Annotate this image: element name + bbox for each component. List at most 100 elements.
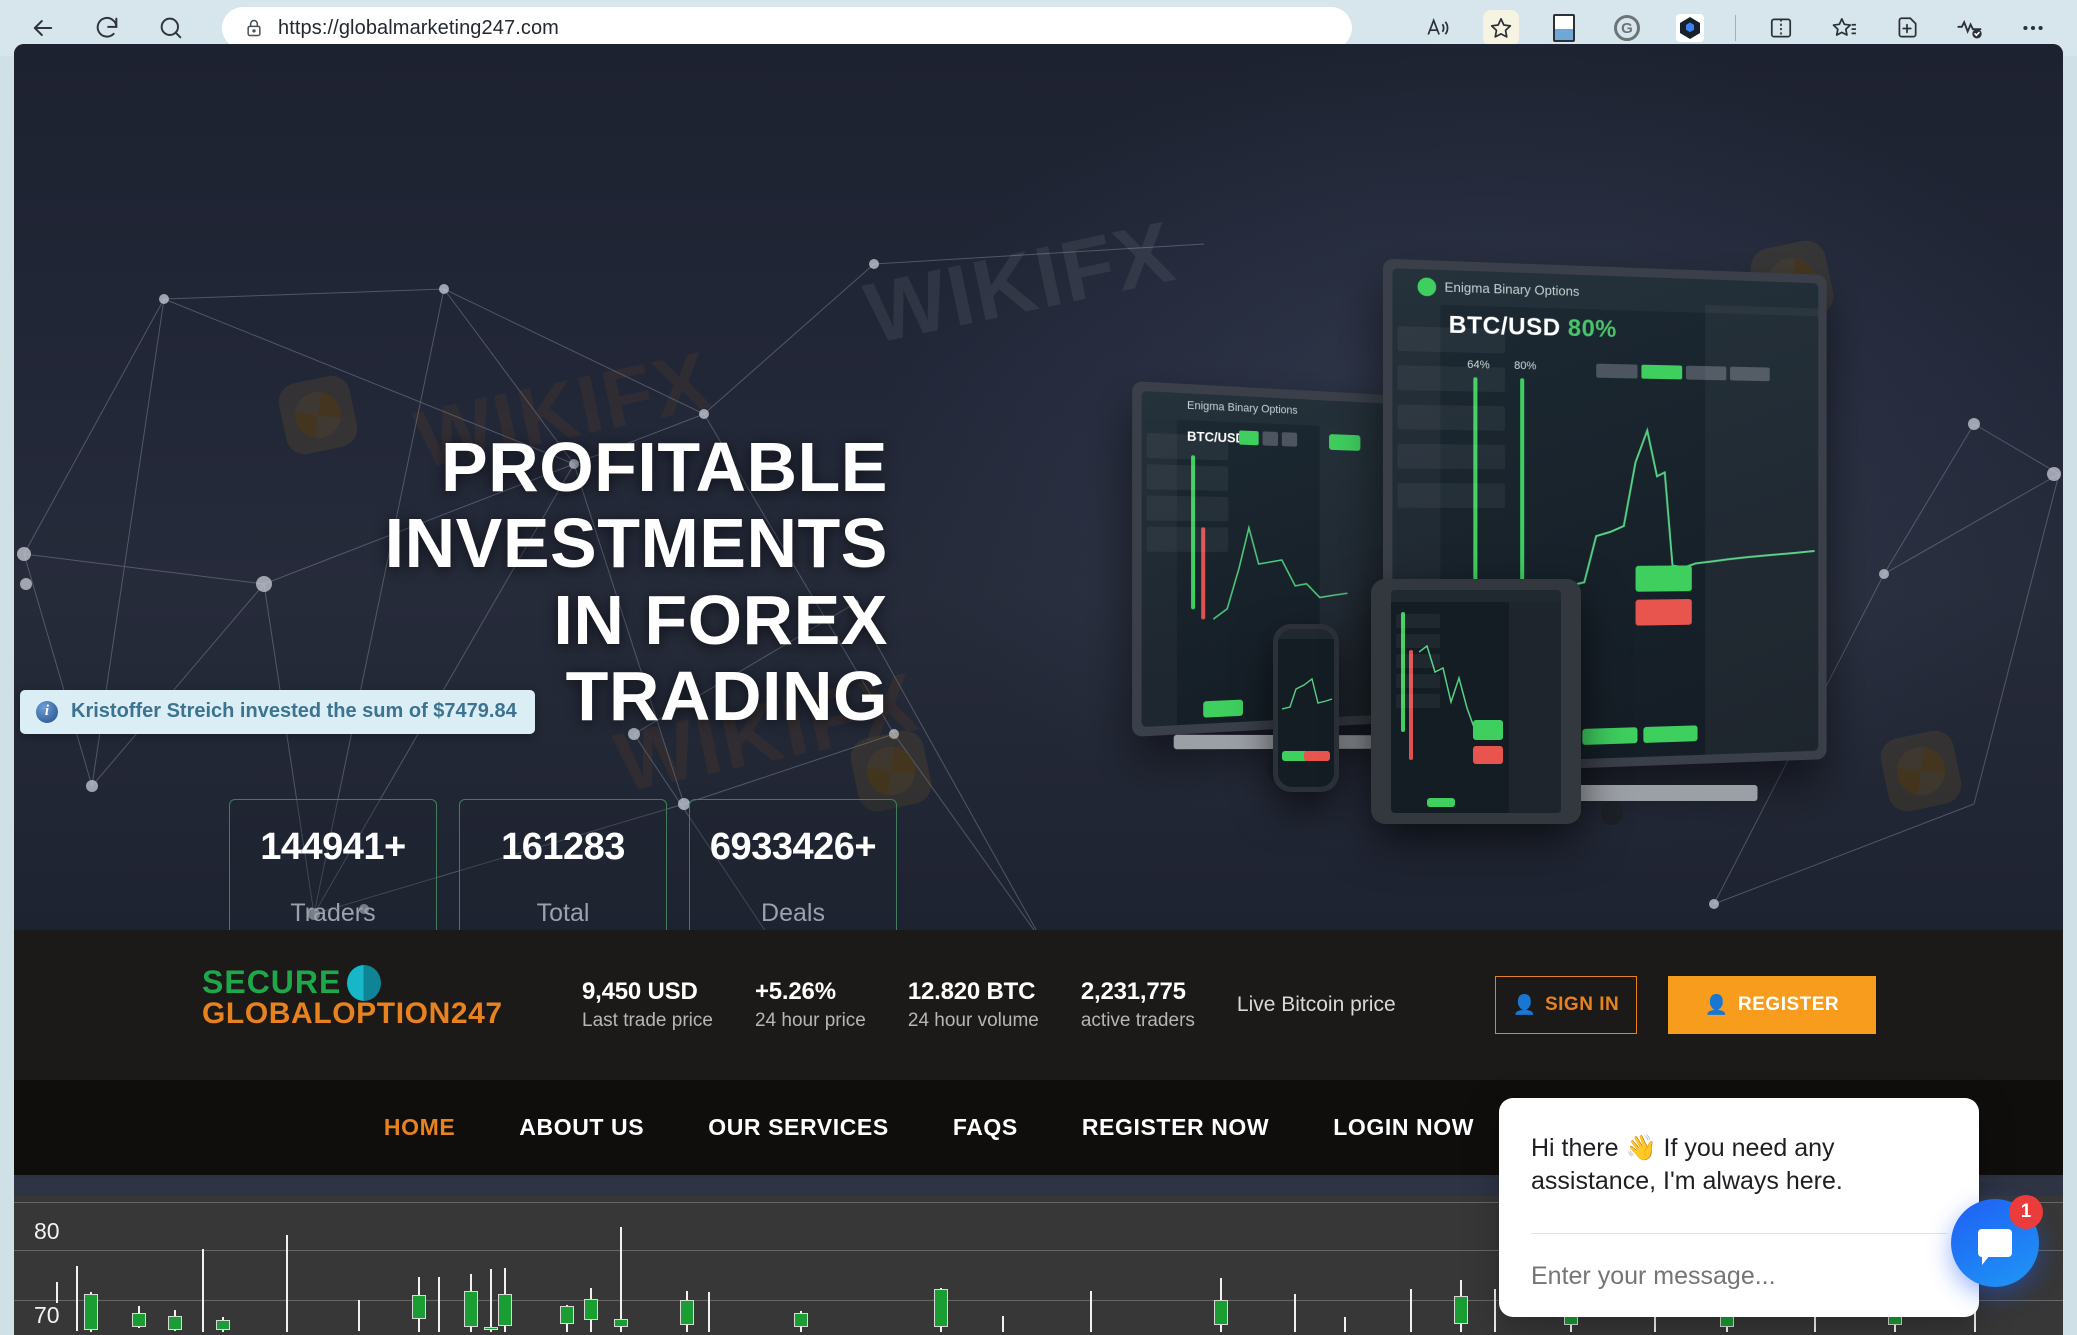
candle-wick bbox=[56, 1281, 58, 1304]
grammarly-icon[interactable]: G bbox=[1609, 10, 1645, 46]
chat-glyph bbox=[1978, 1229, 2012, 1265]
site-logo[interactable]: SECURE GLOBALOPTION247 bbox=[202, 964, 503, 1031]
chat-divider bbox=[1531, 1233, 1947, 1234]
register-button[interactable]: 👤 REGISTER bbox=[1668, 976, 1876, 1034]
ticker-item-24h-price: +5.26% 24 hour price bbox=[755, 978, 866, 1032]
more-options-icon[interactable] bbox=[2015, 10, 2051, 46]
nav-item-faqs[interactable]: FAQS bbox=[921, 1114, 1050, 1141]
candle-body bbox=[132, 1312, 146, 1327]
favorites-list-icon[interactable] bbox=[1826, 10, 1862, 46]
split-screen-icon[interactable] bbox=[1763, 10, 1799, 46]
stat-label-line1: Total bbox=[536, 899, 590, 927]
candle-wick bbox=[202, 1248, 204, 1333]
candle-body bbox=[614, 1318, 628, 1327]
phone-screen bbox=[1278, 629, 1334, 787]
chat-bubble-icon[interactable]: 1 bbox=[1951, 1195, 2043, 1287]
candle-wick bbox=[1002, 1315, 1004, 1333]
logo-text-top: SECURE bbox=[202, 964, 342, 1000]
tablet-screen bbox=[1391, 590, 1561, 813]
logo-line-secure: SECURE bbox=[202, 964, 503, 1001]
toast-text: Kristoffer Streich invested the sum of $… bbox=[71, 700, 517, 722]
headline-line: IN FOREX bbox=[553, 580, 888, 659]
candle-wick bbox=[438, 1276, 440, 1333]
candle-wick bbox=[358, 1300, 360, 1332]
candle-wick bbox=[1410, 1289, 1412, 1333]
nav-item-our-services[interactable]: OUR SERVICES bbox=[676, 1114, 921, 1141]
nav-item-about-us[interactable]: ABOUT US bbox=[487, 1114, 676, 1141]
nav-item-home[interactable]: HOME bbox=[352, 1114, 487, 1141]
ticker-value: 2,231,775 bbox=[1080, 978, 1186, 1005]
g-letter: G bbox=[1614, 15, 1640, 41]
ticker-bar: SECURE GLOBALOPTION247 9,450 USD Last tr… bbox=[14, 930, 2063, 1080]
webpage: WIKIFX WIKIFX WIKIFX WIKIFX Enigma Binar… bbox=[14, 44, 2063, 1335]
user-plus-icon: 👤 bbox=[1704, 995, 1730, 1016]
candle-wick bbox=[286, 1234, 288, 1333]
candle-body bbox=[680, 1300, 694, 1326]
candle-body bbox=[84, 1294, 98, 1330]
refresh-icon[interactable] bbox=[90, 11, 124, 45]
toolbar-divider bbox=[1735, 15, 1736, 41]
add-tab-icon[interactable] bbox=[1889, 10, 1925, 46]
ticker-value: 12.820 BTC bbox=[907, 978, 1036, 1005]
sign-in-label: SIGN IN bbox=[1544, 994, 1620, 1015]
candle-body bbox=[484, 1326, 498, 1330]
logo-text-bottom: GLOBALOPTION247 bbox=[202, 997, 503, 1030]
headline-line: PROFITABLE bbox=[440, 428, 888, 506]
stat-value: 161283 bbox=[501, 826, 625, 868]
candle-wick bbox=[490, 1269, 492, 1333]
candle-body bbox=[934, 1289, 948, 1328]
hero-stats: 144941+ Traders Online 161283 Total Regi… bbox=[229, 799, 897, 930]
tablet-mockup bbox=[1371, 579, 1581, 824]
ticker-label: 24 hour price bbox=[754, 1010, 866, 1031]
chat-greeting-message: Hi there 👋 If you need any assistance, I… bbox=[1531, 1134, 1843, 1195]
candle-body bbox=[464, 1290, 478, 1327]
y-axis-tick-80: 80 bbox=[34, 1218, 60, 1244]
ticker-value: 9,450 USD bbox=[582, 978, 698, 1005]
monitor-left: Enigma Binary Options BTC/USD bbox=[1132, 381, 1412, 782]
candle-body bbox=[1214, 1300, 1228, 1326]
read-aloud-icon[interactable] bbox=[1420, 10, 1456, 46]
user-icon: 👤 bbox=[1512, 995, 1537, 1016]
collections-icon[interactable] bbox=[1546, 10, 1582, 46]
candle-wick bbox=[76, 1266, 78, 1332]
ticker-item-active-traders: 2,231,775 active traders bbox=[1081, 978, 1195, 1032]
ticker-label: active traders bbox=[1080, 1010, 1195, 1031]
register-label: REGISTER bbox=[1738, 994, 1840, 1015]
nav-item-register-now[interactable]: REGISTER NOW bbox=[1050, 1114, 1301, 1141]
info-icon: i bbox=[36, 700, 58, 723]
chat-message-input[interactable] bbox=[1531, 1262, 1947, 1291]
candle-wick bbox=[1344, 1317, 1346, 1333]
candle-body bbox=[412, 1294, 426, 1319]
ticker-stats: 9,450 USD Last trade price +5.26% 24 hou… bbox=[582, 978, 1396, 1032]
ticker-item-24h-volume: 12.820 BTC 24 hour volume bbox=[908, 978, 1039, 1032]
candle-body bbox=[216, 1320, 230, 1330]
nav-item-login-now[interactable]: LOGIN NOW bbox=[1301, 1114, 1506, 1141]
candle-body bbox=[1454, 1295, 1468, 1325]
browser-nav-buttons bbox=[0, 11, 188, 45]
favorite-star-icon[interactable] bbox=[1483, 10, 1519, 46]
hero-section: WIKIFX WIKIFX WIKIFX WIKIFX Enigma Binar… bbox=[14, 44, 2063, 930]
candle-body bbox=[560, 1306, 574, 1324]
browser-essentials-icon[interactable] bbox=[1952, 10, 1988, 46]
candle-wick bbox=[708, 1292, 710, 1333]
address-bar[interactable]: https://globalmarketing247.com bbox=[222, 7, 1352, 49]
search-icon[interactable] bbox=[154, 11, 188, 45]
coin-icon bbox=[347, 964, 382, 1001]
url-text: https://globalmarketing247.com bbox=[278, 16, 559, 39]
phone-mockup bbox=[1273, 624, 1339, 792]
live-bitcoin-price-label: Live Bitcoin price bbox=[1236, 993, 1396, 1016]
browser-tool-icons: G bbox=[1420, 10, 2077, 46]
candle-wick bbox=[1294, 1294, 1296, 1333]
investment-toast[interactable]: i Kristoffer Streich invested the sum of… bbox=[20, 690, 535, 734]
extension-icon[interactable] bbox=[1672, 10, 1708, 46]
candle-body bbox=[794, 1312, 808, 1327]
candle-body bbox=[584, 1298, 598, 1321]
back-icon[interactable] bbox=[26, 11, 60, 45]
chat-widget-card: Hi there 👋 If you need any assistance, I… bbox=[1499, 1098, 1979, 1317]
candle-body bbox=[168, 1315, 182, 1330]
ticker-label: 24 hour volume bbox=[907, 1010, 1039, 1031]
stat-value: 144941+ bbox=[260, 826, 406, 868]
sign-in-button[interactable]: 👤 SIGN IN bbox=[1495, 976, 1637, 1034]
stat-card-traders-online: 144941+ Traders Online bbox=[229, 799, 437, 930]
stat-label-line1: Deals bbox=[761, 899, 825, 927]
